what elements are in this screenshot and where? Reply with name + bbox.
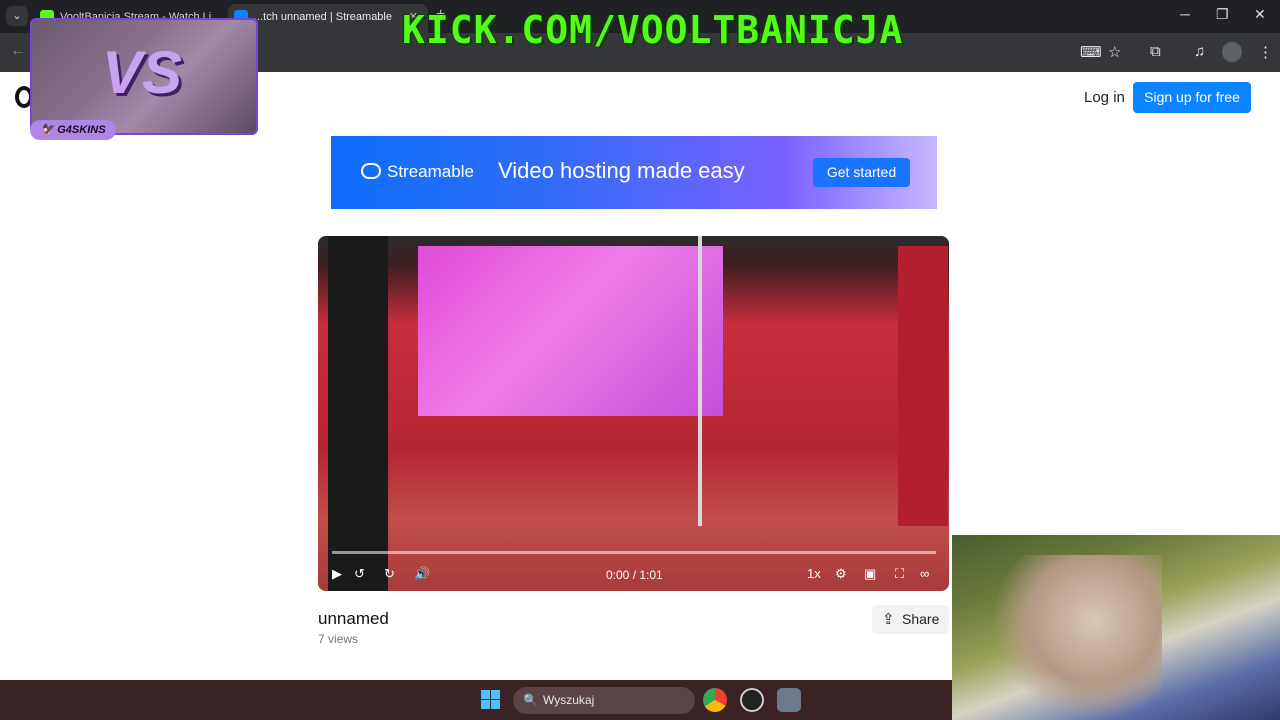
- fullscreen-icon[interactable]: ⛶: [895, 566, 904, 582]
- tab-streamable[interactable]: ...tch unnamed | Streamable ✕: [228, 4, 428, 33]
- calculator-app-icon[interactable]: [777, 688, 801, 712]
- video-frame-banner-left: [328, 236, 388, 591]
- windows-start-icon[interactable]: [481, 690, 500, 709]
- g4skins-vs-text: VS: [102, 39, 183, 106]
- obs-app-icon[interactable]: [740, 688, 764, 712]
- video-title: unnamed: [318, 609, 389, 628]
- streamable-logo-icon: [361, 163, 381, 179]
- minimize-icon[interactable]: ─: [1180, 6, 1190, 22]
- volume-icon[interactable]: 🔊: [414, 566, 430, 582]
- share-button[interactable]: ⇪ Share: [872, 605, 949, 634]
- video-frame-banner-right: [898, 246, 948, 526]
- share-icon: ⇪: [882, 611, 895, 628]
- settings-gear-icon[interactable]: ⚙: [835, 566, 847, 582]
- more-menu-icon[interactable]: ⋮: [1258, 43, 1273, 61]
- windows-taskbar: 🔍 Wyszukaj: [0, 680, 952, 720]
- g4skins-overlay: VS: [30, 18, 258, 135]
- forward-icon[interactable]: ↻: [384, 566, 395, 582]
- playback-speed-button[interactable]: 1x: [807, 566, 821, 581]
- close-window-icon[interactable]: ✕: [1254, 6, 1266, 23]
- media-controls-icon[interactable]: ♫: [1194, 43, 1205, 60]
- bookmark-star-icon[interactable]: ☆: [1108, 43, 1121, 61]
- play-icon[interactable]: ▶: [332, 566, 342, 582]
- video-player[interactable]: ▶ ↺ ↻ 🔊 0:00 / 1:01 1x ⚙ ▣ ⛶ ∞: [318, 236, 949, 591]
- get-started-button[interactable]: Get started: [813, 158, 910, 187]
- extensions-icon[interactable]: ⧉: [1150, 43, 1161, 60]
- webcam-person: [992, 555, 1162, 720]
- login-link[interactable]: Log in: [1084, 89, 1125, 106]
- rewind-icon[interactable]: ↺: [354, 566, 365, 582]
- g4skins-label: G4SKINS: [57, 124, 106, 136]
- video-frame-screen: [418, 246, 723, 416]
- chrome-app-icon[interactable]: [703, 688, 727, 712]
- view-count: 7 views: [318, 632, 359, 646]
- banner-tagline: Video hosting made easy: [498, 158, 745, 183]
- back-button[interactable]: ←: [10, 42, 26, 60]
- time-display: 0:00 / 1:01: [606, 568, 663, 582]
- video-frame: [318, 236, 949, 591]
- picture-in-picture-icon[interactable]: ▣: [864, 566, 876, 582]
- banner-brand-label: Streamable: [387, 162, 474, 181]
- profile-avatar[interactable]: [1222, 42, 1242, 62]
- taskbar-search[interactable]: 🔍 Wyszukaj: [513, 687, 695, 714]
- promo-banner[interactable]: Streamable Video hosting made easy Get s…: [331, 136, 937, 209]
- tab-title: ...tch unnamed | Streamable: [254, 11, 392, 23]
- video-frame-pole: [698, 236, 702, 526]
- g4skins-badge: 🦅 G4SKINS: [30, 120, 116, 140]
- translate-icon[interactable]: ⌨: [1080, 43, 1102, 61]
- search-icon: 🔍: [523, 693, 538, 707]
- share-label: Share: [902, 611, 940, 627]
- kick-url-overlay: KICK.COM/VOOLTBANICJA: [402, 8, 904, 52]
- signup-button[interactable]: Sign up for free: [1133, 82, 1251, 113]
- banner-brand: Streamable: [361, 162, 474, 182]
- streamable-link-icon[interactable]: ∞: [920, 566, 929, 581]
- taskbar-search-placeholder: Wyszukaj: [543, 693, 595, 707]
- restore-icon[interactable]: ❐: [1216, 6, 1229, 23]
- webcam-overlay: [952, 535, 1280, 720]
- tab-search-menu-button[interactable]: ⌄: [6, 6, 28, 26]
- progress-bar[interactable]: [332, 551, 936, 554]
